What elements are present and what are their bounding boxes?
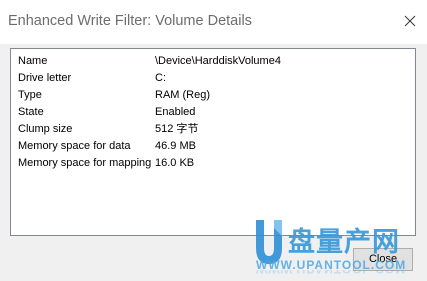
detail-label: Type xyxy=(18,89,42,101)
detail-value: 512 字节 xyxy=(155,123,199,135)
close-button[interactable]: Close xyxy=(353,248,413,271)
volume-details-list: Name \Device\HarddiskVolume4 Drive lette… xyxy=(10,48,416,236)
volume-details-dialog: Enhanced Write Filter: Volume Details Na… xyxy=(0,0,427,281)
close-icon[interactable] xyxy=(399,10,421,32)
detail-label: State xyxy=(18,106,44,118)
window-title: Enhanced Write Filter: Volume Details xyxy=(8,13,252,29)
detail-value: 16.0 KB xyxy=(155,157,195,169)
detail-label: Name xyxy=(18,55,48,67)
detail-label: Drive letter xyxy=(18,72,72,84)
detail-value: RAM (Reg) xyxy=(155,89,211,101)
dialog-footer: Close xyxy=(0,237,427,281)
detail-value: Enabled xyxy=(155,106,196,118)
detail-label: Clump size xyxy=(18,123,73,135)
detail-label: Memory space for data xyxy=(18,140,131,152)
detail-label: Memory space for mapping xyxy=(18,157,152,169)
detail-value: 46.9 MB xyxy=(155,140,196,152)
detail-value: C: xyxy=(155,72,166,84)
detail-value: \Device\HarddiskVolume4 xyxy=(155,55,281,67)
title-bar: Enhanced Write Filter: Volume Details xyxy=(0,0,427,44)
